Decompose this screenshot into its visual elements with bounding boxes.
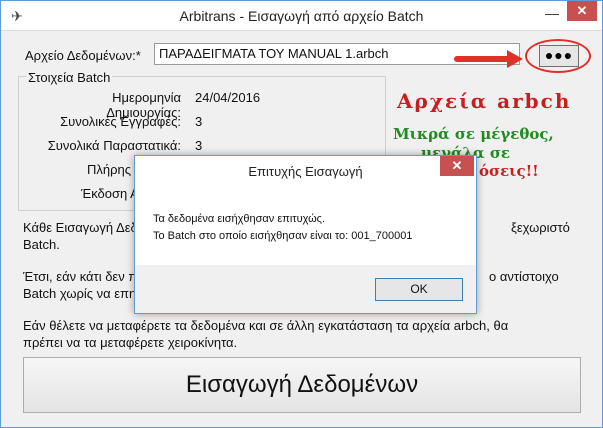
total-records-label: Συνολικές Εγγραφές: [60,114,181,129]
dialog-message-line-2: Το Batch στο οποίο εισήχθησαν είναι το: … [153,230,413,242]
ok-button[interactable]: OK [375,278,463,301]
minimize-button[interactable]: — [539,5,565,25]
total-documents-value: 3 [195,138,203,153]
description-p2-line1: Έτσι, εάν κάτι δεν π [23,269,138,284]
batch-group-title: Στοιχεία Batch [26,70,113,85]
annotation-arrow-head [507,50,523,68]
dialog-message-line-1: Τα δεδομένα εισήχθησαν επιτυχώς. [153,213,326,225]
dialog-title: Επιτυχής Εισαγωγή [248,164,363,179]
description-p1-line2: Batch. [23,237,60,252]
file-label: Αρχείο Δεδομένων:* [25,48,141,63]
description-p1-line1-end: ξεχωριστό [511,220,570,235]
creation-date-value: 24/04/2016 [195,90,261,105]
version-label: Έκδοση Α [81,186,139,201]
window-title: Arbitrans - Εισαγωγή από αρχείο Batch [179,8,424,24]
close-button[interactable]: ✕ [567,1,597,21]
description-p2-line2: Batch χωρίς να επηρ [23,286,144,301]
description-p3-line1: Εάν θέλετε να μεταφέρετε τα δεδομένα και… [23,318,509,333]
promo-title: Αρχεία arbch [397,89,572,113]
title-bar: ✈ Arbitrans - Εισαγωγή από αρχείο Batch … [1,1,602,31]
annotation-arrow [454,56,514,62]
total-records-value: 3 [195,114,203,129]
dialog-message-area: Τα δεδομένα εισήχθησαν επιτυχώς. Το Batc… [135,186,476,265]
promo-line-3: όσεις!! [479,162,539,180]
description-p3-line2: πρέπει να τα μεταφέρετε χειροκίνητα. [23,335,238,350]
annotation-highlight-ring [525,39,591,73]
import-data-button[interactable]: Εισαγωγή Δεδομένων [23,357,581,413]
description-p2-line1-end: ο αντίστοιχο [489,269,559,284]
dialog-title-bar: Επιτυχής Εισαγωγή ✕ [135,156,476,186]
total-documents-label: Συνολικά Παραστατικά: [47,138,181,153]
dialog-close-button[interactable]: ✕ [440,156,474,176]
promo-line-1: Μικρά σε μέγεθος, [393,125,554,143]
success-dialog: Επιτυχής Εισαγωγή ✕ Τα δεδομένα εισήχθησ… [134,155,477,314]
description-p1-line1: Κάθε Εισαγωγή Δεδ [23,220,138,235]
